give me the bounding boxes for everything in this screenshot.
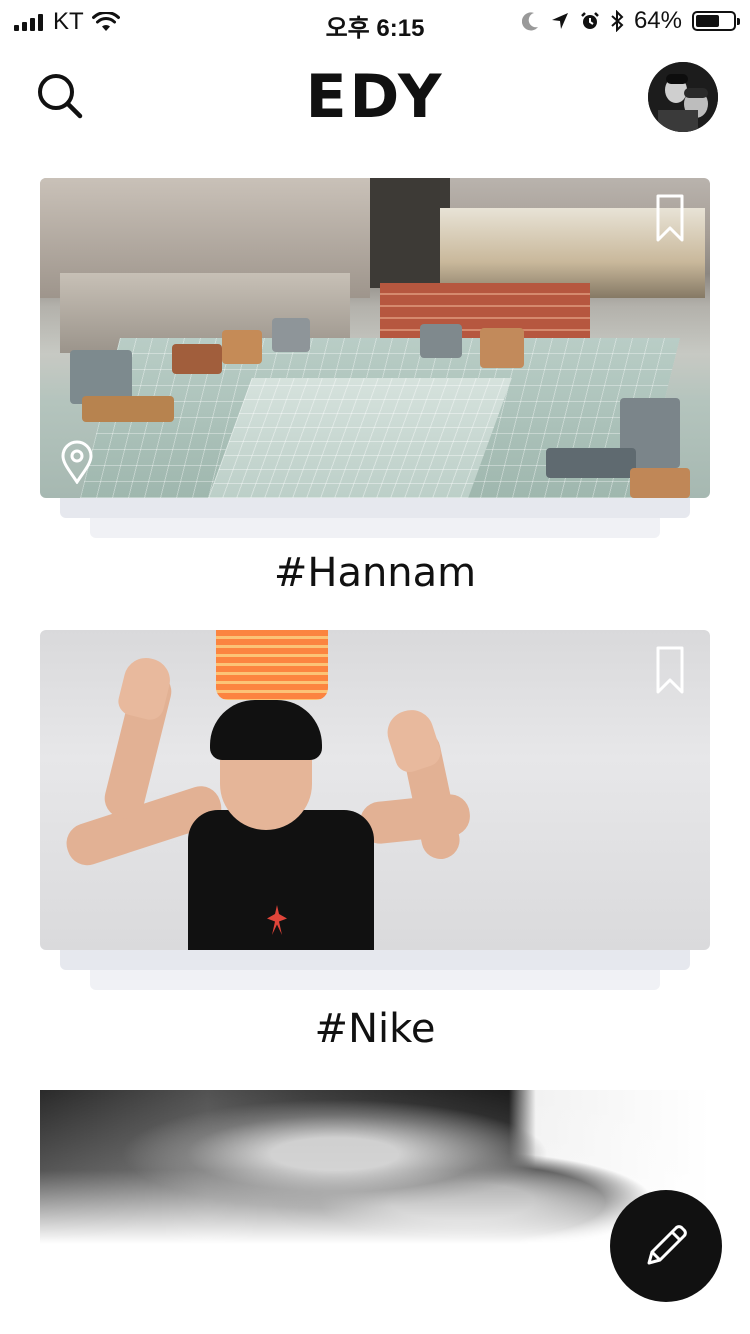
card-tag[interactable]: #Nike bbox=[40, 1006, 710, 1052]
location-pin-icon[interactable] bbox=[60, 440, 94, 484]
compose-button[interactable] bbox=[610, 1190, 722, 1302]
card-stack-shadow bbox=[90, 970, 660, 990]
feed-card-photo[interactable] bbox=[40, 1090, 710, 1250]
alarm-icon bbox=[581, 12, 599, 29]
bookmark-icon[interactable] bbox=[656, 646, 684, 694]
app-header: EDY bbox=[0, 40, 750, 150]
moon-icon bbox=[521, 12, 538, 31]
card-photo[interactable] bbox=[40, 630, 710, 950]
card-tag[interactable]: #Hannam bbox=[40, 550, 710, 596]
feed-card: #Nike bbox=[40, 630, 710, 1060]
fade-overlay bbox=[40, 1090, 710, 1250]
battery-icon bbox=[692, 11, 740, 31]
card-stack-shadow bbox=[60, 498, 690, 518]
card-stack-shadow bbox=[60, 950, 690, 970]
bluetooth-icon bbox=[611, 10, 624, 32]
card-stack-shadow bbox=[90, 518, 660, 538]
card-photo[interactable] bbox=[40, 178, 710, 498]
location-arrow-icon bbox=[551, 13, 568, 29]
pencil-icon bbox=[647, 1225, 687, 1265]
profile-avatar[interactable] bbox=[648, 62, 718, 132]
avatar-photo bbox=[648, 62, 718, 132]
status-right: 64% bbox=[521, 7, 740, 35]
app-logo: EDY bbox=[305, 62, 445, 132]
feed-card: #Hannam bbox=[40, 178, 710, 608]
status-bar: KT 오후 6:15 64% bbox=[0, 0, 750, 42]
bookmark-icon[interactable] bbox=[656, 194, 684, 242]
battery-fill bbox=[696, 15, 720, 27]
battery-percent: 64% bbox=[633, 7, 682, 34]
